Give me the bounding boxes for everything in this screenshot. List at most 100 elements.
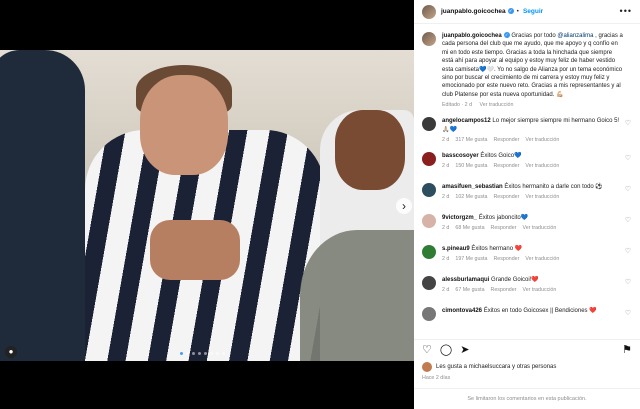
comment-username[interactable]: 9victorgzm_ (442, 215, 477, 221)
carousel-dot (180, 352, 183, 355)
post-side-panel: juanpablo.goicochea ✓ • Seguir ••• juanpa… (414, 0, 640, 409)
comment-item: cimontova426 Éxitos en todo Goicosex || … (414, 307, 640, 329)
carousel-dot (216, 352, 219, 355)
carousel-dot (186, 352, 189, 355)
commenter-avatar[interactable] (422, 183, 436, 198)
post-media: › ● (0, 0, 414, 409)
comment-username[interactable]: alessburlamaqui (442, 277, 489, 283)
comment-translate-link[interactable]: Ver traducción (525, 163, 559, 169)
instagram-post-view: › ● juanpablo.goicochea ✓ • Seguir ••• j… (0, 0, 640, 409)
comment-body: Éxitos hermano ❤️ (471, 246, 523, 253)
comment-item: alessburlamaqui Grande Goicoi!❤️ 2 d 67 Me… (414, 276, 640, 298)
comment-heart-icon[interactable]: ♡ (625, 216, 631, 224)
comment-translate-link[interactable]: Ver traducción (525, 256, 559, 262)
likes-summary[interactable]: Les gusta a michaelsuccara y otras perso… (422, 362, 556, 372)
comment-body: Éxitos en todo Goicosex || Bendiciones ❤… (483, 308, 597, 315)
comment-heart-icon[interactable]: ♡ (625, 185, 631, 193)
photo-foreground-blur (300, 230, 414, 361)
comments-limited-notice: Se limitaron los comentarios en esta pub… (414, 388, 640, 409)
author-avatar[interactable] (422, 4, 436, 19)
caption-part: Gracias por todo (511, 33, 558, 39)
commenter-avatar[interactable] (422, 245, 436, 260)
comment-heart-icon[interactable]: ♡ (625, 309, 631, 317)
comment-text: amasifuen_sebastian Éxitos hermanito a d… (442, 183, 624, 191)
carousel-dot (204, 352, 207, 355)
comment-body: Grande Goicoi!❤️ (491, 277, 539, 284)
comment-likes[interactable]: 317 Me gusta (455, 137, 487, 143)
heart-icon[interactable]: ♡ (422, 343, 432, 356)
comment-age: 2 d (442, 256, 450, 263)
comment-body: Éxitos hermanito a darle con todo ⚽ (504, 184, 603, 191)
comment-reply-link[interactable]: Responder (491, 225, 517, 231)
comment-reply-link[interactable]: Responder (493, 194, 519, 200)
comment-translate-link[interactable]: Ver traducción (522, 225, 556, 231)
comment-reply-link[interactable]: Responder (491, 287, 517, 293)
comment-username[interactable]: basscosoyer (442, 153, 479, 159)
comment-meta: 2 d 67 Me gusta Responder Ver traducción (442, 287, 624, 293)
comment-meta: 2 d 317 Me gusta Responder Ver traducción (442, 137, 624, 143)
post-photo[interactable] (0, 50, 414, 361)
comment-likes[interactable]: 67 Me gusta (455, 287, 484, 293)
comment-body: Éxitos Goico💙 (480, 153, 522, 160)
comment-icon[interactable]: ◯ (440, 343, 452, 356)
post-date: Hace 2 días (422, 375, 451, 381)
comment-username[interactable]: s.pineau9 (442, 246, 470, 252)
comment-age: 2 d (442, 287, 450, 294)
caption-text: juanpablo.goicochea ✓ Gracias por todo @a… (442, 32, 624, 99)
comment-meta: 2 d 68 Me gusta Responder Ver traducción (442, 225, 624, 231)
share-icon[interactable]: ➤ (460, 343, 469, 356)
verified-badge-icon: ✓ (507, 8, 514, 15)
comment-heart-icon[interactable]: ♡ (625, 247, 631, 255)
comment-translate-link[interactable]: Ver traducción (522, 287, 556, 293)
comment-age: 2 d (442, 137, 450, 144)
tagged-user-icon[interactable]: ● (5, 346, 17, 358)
comment-age: 2 d (442, 225, 450, 232)
commenter-avatar[interactable] (422, 117, 436, 132)
carousel-dots (180, 352, 225, 355)
comment-username[interactable]: cimontova426 (442, 308, 482, 314)
commenter-avatar[interactable] (422, 152, 436, 167)
header-separator: • (516, 8, 519, 15)
comment-item: amasifuen_sebastian Éxitos hermanito a d… (414, 183, 640, 205)
comment-text: alessburlamaqui Grande Goicoi!❤️ (442, 276, 624, 284)
comment-reply-link[interactable]: Responder (493, 163, 519, 169)
carousel-dot (222, 352, 225, 355)
comment-item: 9victorgzm_ Éxitos jaboncito💙 2 d 68 Me gu… (414, 214, 640, 236)
caption-translate-link[interactable]: Ver traducción (480, 102, 514, 108)
comment-age: 2 d (442, 163, 450, 170)
comment-likes[interactable]: 150 Me gusta (455, 163, 487, 169)
photo-person-right-head (335, 110, 405, 190)
comment-body: Éxitos jaboncito💙 (478, 215, 529, 222)
photo-player-head (140, 75, 228, 175)
more-options-icon[interactable]: ••• (620, 6, 632, 16)
carousel-dot (210, 352, 213, 355)
caption-author-avatar[interactable] (422, 32, 436, 46)
comment-meta: 2 d 150 Me gusta Responder Ver traducción (442, 163, 624, 169)
comment-reply-link[interactable]: Responder (493, 137, 519, 143)
bookmark-icon[interactable]: ⚑ (622, 343, 632, 356)
caption-mention[interactable]: @alianzalima (557, 33, 593, 39)
commenter-avatar[interactable] (422, 276, 436, 291)
comment-likes[interactable]: 102 Me gusta (455, 194, 487, 200)
caption-username[interactable]: juanpablo.goicochea (442, 33, 502, 39)
author-username[interactable]: juanpablo.goicochea ✓ (441, 8, 514, 15)
comment-username[interactable]: amasifuen_sebastian (442, 184, 503, 190)
comments-scroll-area[interactable]: juanpablo.goicochea ✓ Gracias por todo @a… (414, 24, 640, 338)
liker-avatar (422, 362, 432, 372)
comment-likes[interactable]: 68 Me gusta (455, 225, 484, 231)
likes-text: Les gusta a michaelsuccara y otras perso… (436, 364, 557, 370)
follow-button[interactable]: Seguir (523, 8, 543, 15)
comment-heart-icon[interactable]: ♡ (625, 154, 631, 162)
comment-likes[interactable]: 197 Me gusta (455, 256, 487, 262)
carousel-next-button[interactable]: › (396, 198, 412, 214)
comment-username[interactable]: angelocampos12 (442, 118, 491, 124)
comment-heart-icon[interactable]: ♡ (625, 119, 631, 127)
comment-text: angelocampos12 Lo mejor siempre siempre … (442, 117, 624, 134)
commenter-avatar[interactable] (422, 214, 436, 229)
comment-heart-icon[interactable]: ♡ (625, 278, 631, 286)
commenter-avatar[interactable] (422, 307, 436, 322)
comment-translate-link[interactable]: Ver traducción (525, 194, 559, 200)
photo-person-left (0, 50, 85, 361)
comment-reply-link[interactable]: Responder (493, 256, 519, 262)
comment-translate-link[interactable]: Ver traducción (525, 137, 559, 143)
